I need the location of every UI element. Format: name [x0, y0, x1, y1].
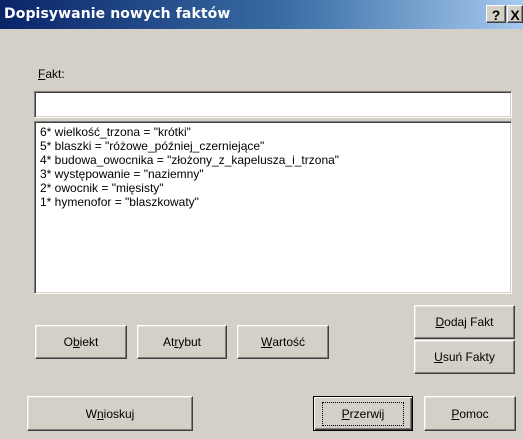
wartosc-label-mnemonic: W — [260, 335, 273, 349]
wartosc-label-b: artość — [272, 335, 305, 349]
fakt-label-text: akt: — [45, 67, 65, 81]
atrybut-button[interactable]: At r ybut — [137, 325, 227, 359]
obiekt-label-b: iekt — [79, 335, 99, 349]
dodaj-fakt-button[interactable]: Dodaj Fakt — [414, 305, 515, 339]
fakt-label: Fakt: — [38, 67, 65, 81]
usun-fakty-button[interactable]: Usuń Fakty — [414, 340, 515, 374]
atrybut-label-a: At — [162, 335, 175, 349]
facts-list[interactable]: 6* wielkość_trzona = "krótki" 5* blaszki … — [35, 122, 511, 209]
fact-list-item[interactable]: 3* występowanie = "naziemny" — [40, 167, 511, 181]
wnioskuj-button[interactable]: Wn ioskuj — [27, 396, 193, 431]
fakt-input-box[interactable] — [34, 91, 512, 118]
fact-list-item[interactable]: 5* blaszki = "różowe_później_czerniejące… — [40, 139, 511, 153]
przerwij-label-mnemonic: P — [341, 406, 350, 421]
wnioskuj-label-a: W — [85, 406, 97, 421]
pomoc-label-mnemonic: P — [451, 406, 460, 421]
wartosc-button[interactable]: Wartość — [237, 325, 329, 359]
title-bar[interactable]: Dopisywanie nowych faktów ? X — [0, 0, 523, 29]
fact-list-item[interactable]: 4* budowa_owocnika = "złożony_z_kapelusz… — [40, 153, 511, 167]
obiekt-button[interactable]: Ob iekt — [35, 325, 127, 359]
close-button[interactable]: X — [507, 5, 523, 23]
fakt-input[interactable] — [35, 92, 511, 117]
dodaj-label-mnemonic: D — [435, 315, 445, 329]
wnioskuj-label-b: ioskuj — [103, 406, 135, 421]
help-button[interactable]: ? — [486, 5, 506, 23]
wnioskuj-label-mnemonic: n — [96, 406, 104, 421]
usun-label-mnemonic: U — [434, 350, 443, 364]
facts-listbox[interactable]: 6* wielkość_trzona = "krótki" 5* blaszki … — [34, 121, 512, 294]
przerwij-label-b: rzerwij — [349, 406, 385, 421]
fact-list-item[interactable]: 6* wielkość_trzona = "krótki" — [40, 125, 511, 139]
obiekt-label-mnemonic: b — [72, 335, 80, 349]
fact-list-item[interactable]: 2* owocnik = "mięsisty" — [40, 181, 511, 195]
przerwij-button[interactable]: Przerwij — [313, 396, 413, 431]
usun-label-b: suń Fakty — [442, 350, 495, 364]
pomoc-button[interactable]: Pomoc — [424, 396, 516, 431]
fact-list-item[interactable]: 1* hymenofor = "blaszkowaty" — [40, 195, 511, 209]
focus-rectangle: Przerwij — [322, 401, 404, 426]
pomoc-label-b: omoc — [459, 406, 489, 421]
atrybut-label-b: ybut — [178, 335, 202, 349]
obiekt-label-a: O — [63, 335, 73, 349]
window-title: Dopisywanie nowych faktów — [4, 6, 231, 22]
dodaj-label-b: odaj Fakt — [444, 315, 494, 329]
